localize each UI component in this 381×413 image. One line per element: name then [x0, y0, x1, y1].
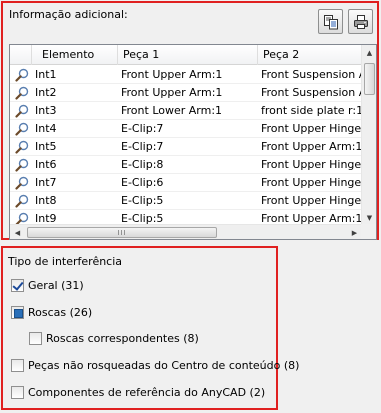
vertical-scroll-thumb[interactable]	[364, 63, 375, 95]
checkbox-pecas-nao-rosqueadas[interactable]	[11, 359, 24, 372]
cell-peca-1: Front Upper Arm:1	[121, 86, 223, 99]
table-row[interactable]: Int4 E-Clip:7 Front Upper Hinge P	[10, 120, 362, 138]
cell-peca-1: Front Upper Arm:1	[121, 68, 223, 81]
scroll-down-icon[interactable]: ▼	[362, 210, 376, 225]
cell-elemento: Int2	[35, 86, 57, 99]
column-header-peca-2[interactable]: Peça 2	[258, 45, 362, 65]
option-componentes-anycad-label: Componentes de referência do AnyCAD (2)	[28, 386, 266, 399]
option-roscas-label: Roscas (26)	[28, 306, 93, 319]
interference-type-title: Tipo de interferência	[8, 255, 123, 268]
checkbox-roscas[interactable]	[11, 306, 24, 319]
cell-peca-2: Front Upper Hinge P	[261, 158, 362, 171]
cell-elemento: Int3	[35, 104, 57, 117]
horizontal-scrollbar[interactable]: ◀ III ▶	[10, 224, 362, 239]
cell-elemento: Int5	[35, 140, 57, 153]
info-panel-title: Informação adicional:	[9, 8, 128, 21]
print-button[interactable]	[348, 9, 373, 34]
option-roscas[interactable]: Roscas (26)	[11, 306, 92, 319]
option-geral[interactable]: Geral (31)	[11, 279, 84, 292]
checkbox-geral[interactable]	[11, 279, 24, 292]
zoom-icon[interactable]	[12, 120, 32, 138]
zoom-icon[interactable]	[12, 192, 32, 210]
option-pecas-nao-rosqueadas[interactable]: Peças não rosqueadas do Centro de conteú…	[11, 359, 299, 372]
cell-peca-1: E-Clip:7	[121, 140, 164, 153]
cell-peca-2: front side plate r:1	[261, 104, 362, 117]
table-row[interactable]: Int5 E-Clip:7 Front Upper Arm:1	[10, 138, 362, 156]
cell-peca-2: Front Suspension Ad	[261, 86, 362, 99]
column-header-peca-1[interactable]: Peça 1	[118, 45, 258, 65]
cell-peca-2: Front Suspension Ad	[261, 68, 362, 81]
zoom-icon[interactable]	[12, 66, 32, 84]
table-row[interactable]: Int8 E-Clip:5 Front Upper Hinge P	[10, 192, 362, 210]
icon-column-header[interactable]	[10, 45, 32, 65]
cell-elemento: Int4	[35, 122, 57, 135]
cell-elemento: Int8	[35, 194, 57, 207]
interference-table: Elemento Peça 1 Peça 2 Int1 Front Upper A…	[9, 44, 377, 240]
cell-elemento: Int6	[35, 158, 57, 171]
checkbox-componentes-anycad[interactable]	[11, 386, 24, 399]
scroll-right-icon[interactable]: ▶	[347, 225, 362, 239]
copy-icon	[323, 14, 338, 29]
scroll-up-icon[interactable]: ▲	[362, 45, 376, 60]
vertical-scrollbar[interactable]: ▲ ▼	[361, 45, 376, 225]
table-row[interactable]: Int7 E-Clip:6 Front Upper Hinge P	[10, 174, 362, 192]
table-row[interactable]: Int3 Front Lower Arm:1 front side plate r:…	[10, 102, 362, 120]
copy-button[interactable]	[318, 9, 343, 34]
option-componentes-anycad[interactable]: Componentes de referência do AnyCAD (2)	[11, 386, 265, 399]
cell-elemento: Int1	[35, 68, 57, 81]
checkbox-roscas-correspondentes[interactable]	[29, 332, 42, 345]
interference-type-panel: Tipo de interferência Geral (31) Roscas …	[1, 246, 299, 410]
scroll-grip: III	[117, 228, 127, 237]
cell-elemento: Int7	[35, 176, 57, 189]
cell-peca-2: Front Upper Arm:1	[261, 140, 362, 153]
cell-peca-1: E-Clip:6	[121, 176, 164, 189]
zoom-icon[interactable]	[12, 138, 32, 156]
cell-peca-2: Front Upper Hinge P	[261, 176, 362, 189]
table-row[interactable]: Int2 Front Upper Arm:1 Front Suspension Ad	[10, 84, 362, 102]
horizontal-scroll-thumb[interactable]: III	[27, 227, 217, 238]
print-icon	[353, 14, 368, 29]
info-panel: Informação adicional: Elemento Peça 1 Pe…	[1, 1, 379, 240]
table-row[interactable]: Int6 E-Clip:8 Front Upper Hinge P	[10, 156, 362, 174]
option-roscas-correspondentes-label: Roscas correspondentes (8)	[46, 332, 199, 345]
zoom-icon[interactable]	[12, 102, 32, 120]
cell-peca-1: E-Clip:7	[121, 122, 164, 135]
scrollbar-corner	[361, 224, 376, 239]
zoom-icon[interactable]	[12, 156, 32, 174]
table-body: Int1 Front Upper Arm:1 Front Suspension Ad…	[10, 66, 362, 228]
scroll-left-icon[interactable]: ◀	[10, 225, 25, 239]
zoom-icon[interactable]	[12, 174, 32, 192]
zoom-icon[interactable]	[12, 84, 32, 102]
cell-peca-2: Front Upper Hinge P	[261, 194, 362, 207]
table-row[interactable]: Int1 Front Upper Arm:1 Front Suspension Ad	[10, 66, 362, 84]
cell-peca-2: Front Upper Hinge P	[261, 122, 362, 135]
option-roscas-correspondentes[interactable]: Roscas correspondentes (8)	[29, 332, 199, 345]
cell-peca-1: Front Lower Arm:1	[121, 104, 223, 117]
option-geral-label: Geral (31)	[28, 279, 84, 292]
table-header: Elemento Peça 1 Peça 2	[10, 45, 362, 65]
cell-peca-1: E-Clip:5	[121, 194, 164, 207]
column-header-elemento[interactable]: Elemento	[32, 45, 118, 65]
cell-peca-1: E-Clip:8	[121, 158, 164, 171]
option-pecas-nao-rosqueadas-label: Peças não rosqueadas do Centro de conteú…	[28, 359, 300, 372]
